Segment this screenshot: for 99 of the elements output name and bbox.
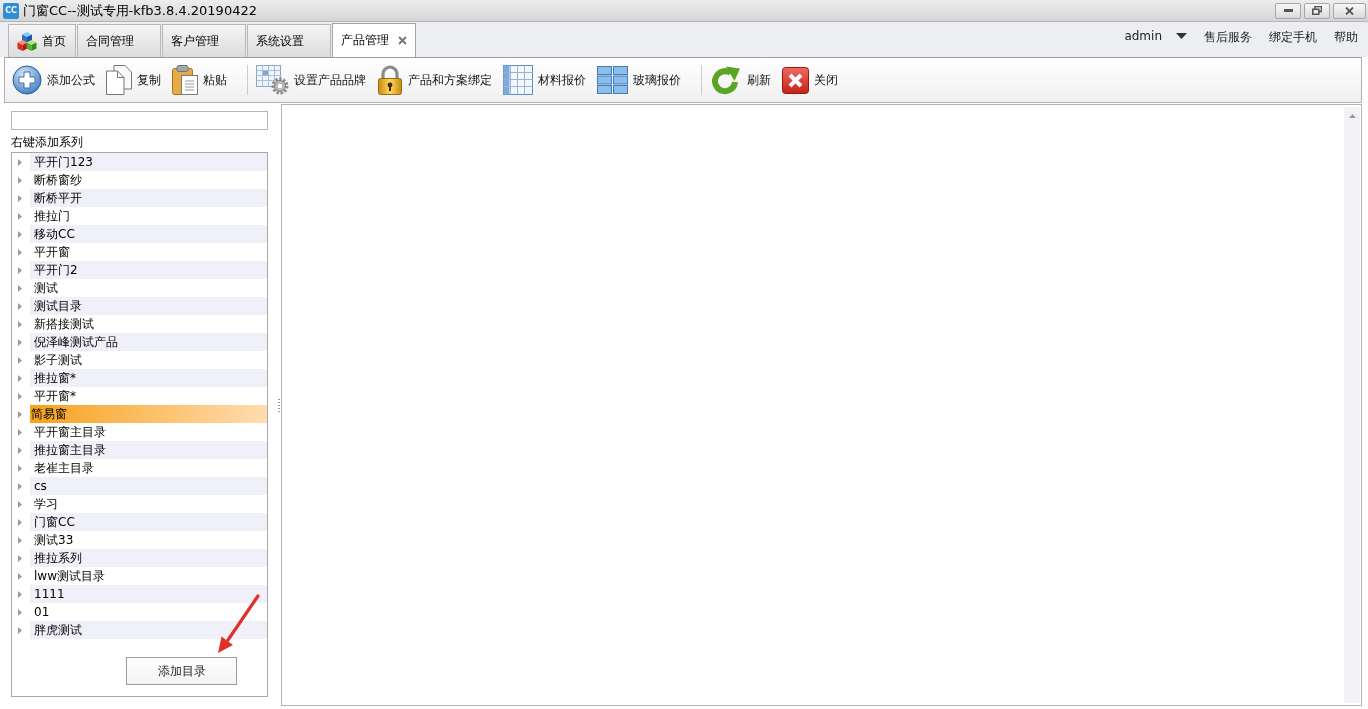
add-directory-button[interactable]: 添加目录 (126, 657, 237, 685)
padlock-icon (377, 65, 403, 95)
scrollbar-track[interactable] (1344, 107, 1360, 703)
tree-item[interactable]: 1111 (30, 585, 267, 603)
expander-icon[interactable] (18, 302, 22, 310)
toolbar-button[interactable]: 设置产品品牌 (256, 63, 366, 97)
expander-icon[interactable] (18, 572, 22, 580)
close-button[interactable] (1333, 2, 1366, 19)
tree-item[interactable]: 测试 (30, 279, 267, 297)
tree-item[interactable]: 平开门123 (30, 153, 267, 171)
expander-icon[interactable] (18, 626, 22, 634)
expander-icon[interactable] (18, 284, 22, 292)
expander-icon[interactable] (18, 266, 22, 274)
tree-item[interactable]: cs (30, 477, 267, 495)
scroll-up-icon[interactable] (1348, 114, 1356, 118)
table-icon (503, 65, 533, 95)
expander-icon[interactable] (18, 212, 22, 220)
expander-icon[interactable] (18, 554, 22, 562)
caret-icon (1176, 33, 1187, 39)
toolbar-button[interactable]: 材料报价 (503, 63, 586, 97)
hint-label: 右键添加系列 (11, 135, 84, 150)
search-field[interactable] (11, 111, 268, 130)
tree-item[interactable]: 推拉窗主目录 (30, 441, 267, 459)
toolbar-button[interactable]: 添加公式 (12, 63, 95, 97)
tree-item[interactable]: 老崔主目录 (30, 459, 267, 477)
toolbar-button[interactable]: 粘贴 (172, 63, 227, 97)
annotation-arrow (218, 594, 260, 653)
close-icon (1345, 6, 1354, 15)
expander-icon[interactable] (18, 392, 22, 400)
header-link[interactable]: 售后服务 (1204, 29, 1252, 46)
tree-item[interactable]: 移动CC (30, 225, 267, 243)
tab[interactable]: 合同管理 (77, 24, 161, 57)
restore-icon (1312, 6, 1322, 15)
window-title: 门窗CC--测试专用-kfb3.8.4.20190422 (23, 1, 257, 20)
expander-icon[interactable] (18, 194, 22, 202)
panes-icon (597, 66, 628, 94)
tree-item[interactable]: 新搭接测试 (30, 315, 267, 333)
expander-icon[interactable] (18, 500, 22, 508)
expander-icon[interactable] (18, 176, 22, 184)
tree-item[interactable]: 01 (30, 603, 267, 621)
expander-icon[interactable] (18, 356, 22, 364)
tree-item[interactable]: 推拉窗* (30, 369, 267, 387)
tree-item[interactable]: 断桥平开 (30, 189, 267, 207)
grid-gear-icon (256, 65, 289, 95)
expander-icon[interactable] (18, 590, 22, 598)
expander-icon[interactable] (18, 410, 22, 418)
tab[interactable]: 首页 (8, 24, 76, 57)
expander-icon[interactable] (18, 536, 22, 544)
expander-icon[interactable] (18, 482, 22, 490)
cubes-icon (17, 31, 37, 51)
expander-icon[interactable] (18, 464, 22, 472)
expander-icon[interactable] (18, 338, 22, 346)
plus-circle-icon (12, 65, 42, 95)
tree-item[interactable]: 平开门2 (30, 261, 267, 279)
grip-icon[interactable] (277, 398, 280, 412)
expander-icon[interactable] (18, 374, 22, 382)
expander-icon[interactable] (18, 158, 22, 166)
expander-icon[interactable] (18, 608, 22, 616)
tree-item[interactable]: 胖虎测试 (30, 621, 267, 639)
minimize-button[interactable] (1275, 2, 1301, 19)
expander-icon[interactable] (18, 518, 22, 526)
tree-item[interactable]: 平开窗* (30, 387, 267, 405)
header-link[interactable]: 绑定手机 (1269, 29, 1317, 46)
toolbar-button[interactable]: 玻璃报价 (597, 63, 681, 97)
user-menu-button[interactable]: admin (1124, 29, 1187, 43)
header-link[interactable]: 帮助 (1334, 29, 1358, 46)
close-icon (782, 66, 809, 94)
expander-icon[interactable] (18, 446, 22, 454)
toolbar-button[interactable]: 复制 (106, 63, 161, 97)
tree-item[interactable]: 平开窗主目录 (30, 423, 267, 441)
app-logo: CC (3, 2, 19, 19)
tree-item[interactable]: 断桥窗纱 (30, 171, 267, 189)
tree-item[interactable]: 测试33 (30, 531, 267, 549)
expander-icon[interactable] (18, 320, 22, 328)
tree-item[interactable]: 学习 (30, 495, 267, 513)
tree-item[interactable]: 测试目录 (30, 297, 267, 315)
tab[interactable]: 系统设置 (247, 24, 331, 57)
expander-icon[interactable] (18, 230, 22, 238)
restore-button[interactable] (1304, 2, 1330, 19)
tree-item[interactable]: 影子测试 (30, 351, 267, 369)
tab[interactable]: 产品管理 (332, 23, 416, 57)
tree-item[interactable]: 平开窗 (30, 243, 267, 261)
toolbar-button[interactable]: 关闭 (782, 63, 838, 97)
toolbar-button[interactable]: 刷新 (710, 63, 771, 97)
clipboard-icon (172, 65, 198, 95)
refresh-icon (710, 65, 742, 95)
tree-item[interactable]: 推拉系列 (30, 549, 267, 567)
tree-item[interactable]: 简易窗 (30, 405, 267, 423)
tree-item[interactable]: 推拉门 (30, 207, 267, 225)
tab[interactable]: 客户管理 (162, 24, 246, 57)
expander-icon[interactable] (18, 248, 22, 256)
documents-icon (106, 65, 132, 95)
tree-item[interactable]: 门窗CC (30, 513, 267, 531)
tree-item[interactable]: lww测试目录 (30, 567, 267, 585)
close-icon[interactable] (398, 36, 407, 45)
expander-icon[interactable] (18, 428, 22, 436)
tree-item[interactable]: 倪泽峰测试产品 (30, 333, 267, 351)
minimize-icon (1283, 9, 1293, 12)
toolbar-button[interactable]: 产品和方案绑定 (377, 63, 492, 97)
